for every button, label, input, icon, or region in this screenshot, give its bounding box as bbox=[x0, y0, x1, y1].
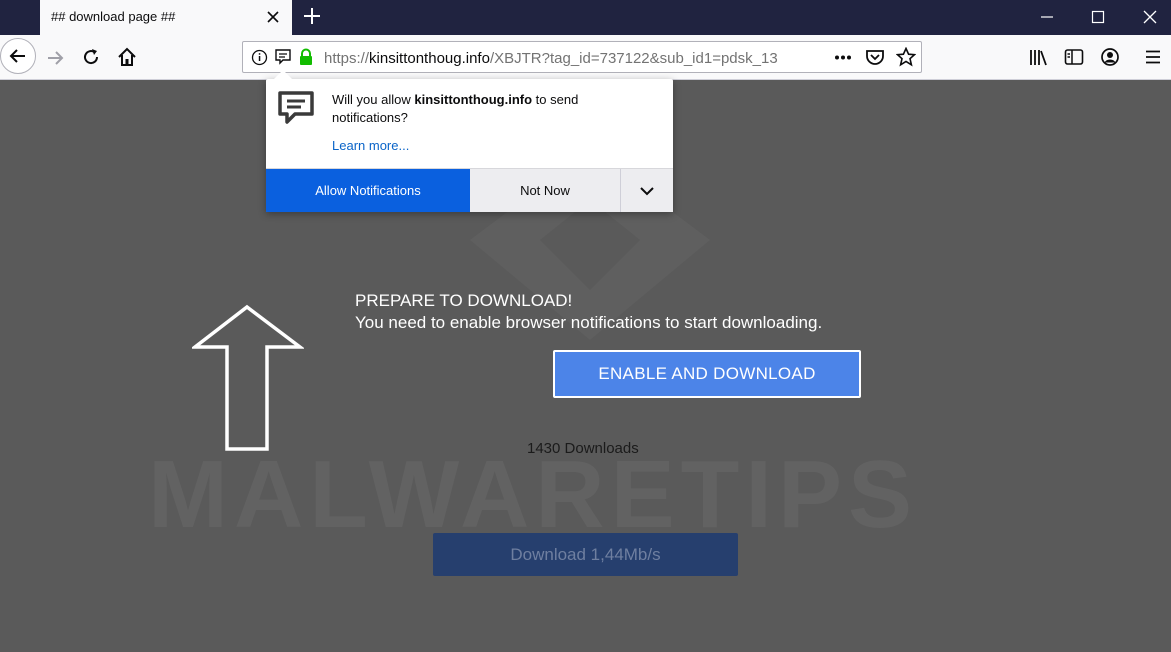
notification-permission-popup: Will you allow kinsittonthoug.info to se… bbox=[266, 70, 673, 212]
instruction-text: You need to enable browser notifications… bbox=[355, 313, 823, 332]
home-icon[interactable] bbox=[117, 47, 137, 67]
chevron-down-icon bbox=[640, 187, 654, 196]
notification-permission-icon[interactable] bbox=[274, 48, 292, 66]
headline: PREPARE TO DOWNLOAD! bbox=[355, 291, 573, 310]
allow-notifications-button[interactable]: Allow Notifications bbox=[266, 169, 470, 212]
notification-chat-icon bbox=[278, 91, 314, 124]
tab-title: ## download page ## bbox=[51, 9, 176, 24]
back-arrow-icon bbox=[9, 49, 25, 63]
learn-more-link[interactable]: Learn more... bbox=[332, 138, 409, 153]
back-button[interactable] bbox=[0, 38, 36, 74]
download-speed-button[interactable]: Download 1,44Mb/s bbox=[433, 533, 738, 576]
library-icon[interactable] bbox=[1029, 48, 1049, 67]
account-icon[interactable] bbox=[1100, 47, 1120, 67]
sidebar-icon[interactable] bbox=[1064, 48, 1084, 66]
tab-bar: ## download page ## bbox=[0, 0, 1171, 35]
popup-arrow bbox=[274, 70, 292, 79]
new-tab-icon[interactable] bbox=[302, 6, 322, 26]
popup-message-prefix: Will you allow bbox=[332, 92, 415, 107]
page-actions-icon[interactable] bbox=[833, 49, 853, 66]
tab-download-page[interactable]: ## download page ## bbox=[40, 0, 292, 35]
up-arrow-icon bbox=[192, 304, 304, 451]
downloads-count: 1430 Downloads bbox=[527, 440, 639, 457]
url-path: /XBJTR?tag_id=737122&sub_id1=pdsk_13 bbox=[489, 50, 778, 67]
pocket-icon[interactable] bbox=[865, 48, 885, 67]
reload-icon[interactable] bbox=[81, 47, 101, 67]
navigation-toolbar: https://kinsittonthoug.info/XBJTR?tag_id… bbox=[0, 35, 1171, 80]
info-icon[interactable] bbox=[251, 49, 268, 66]
padlock-icon[interactable] bbox=[298, 48, 314, 66]
forward-arrow-icon[interactable] bbox=[45, 48, 65, 68]
maximize-icon[interactable] bbox=[1089, 8, 1107, 26]
enable-and-download-button[interactable]: ENABLE AND DOWNLOAD bbox=[553, 350, 861, 398]
bookmark-star-icon[interactable] bbox=[896, 47, 916, 67]
more-options-button[interactable] bbox=[621, 169, 673, 212]
hamburger-menu-icon[interactable] bbox=[1144, 48, 1162, 66]
url-text[interactable]: https://kinsittonthoug.info/XBJTR?tag_id… bbox=[324, 50, 794, 67]
popup-actions: Allow Notifications Not Now bbox=[266, 168, 673, 212]
not-now-button[interactable]: Not Now bbox=[470, 169, 621, 212]
close-tab-icon[interactable] bbox=[264, 8, 282, 26]
popup-message-host: kinsittonthoug.info bbox=[414, 92, 533, 107]
minimize-icon[interactable] bbox=[1038, 8, 1056, 26]
address-bar[interactable]: https://kinsittonthoug.info/XBJTR?tag_id… bbox=[242, 41, 922, 73]
popup-message: Will you allow kinsittonthoug.info to se… bbox=[332, 91, 652, 127]
window-close-icon[interactable] bbox=[1141, 8, 1159, 26]
url-host: kinsittonthoug.info bbox=[369, 50, 490, 67]
url-scheme: https:// bbox=[324, 50, 370, 67]
